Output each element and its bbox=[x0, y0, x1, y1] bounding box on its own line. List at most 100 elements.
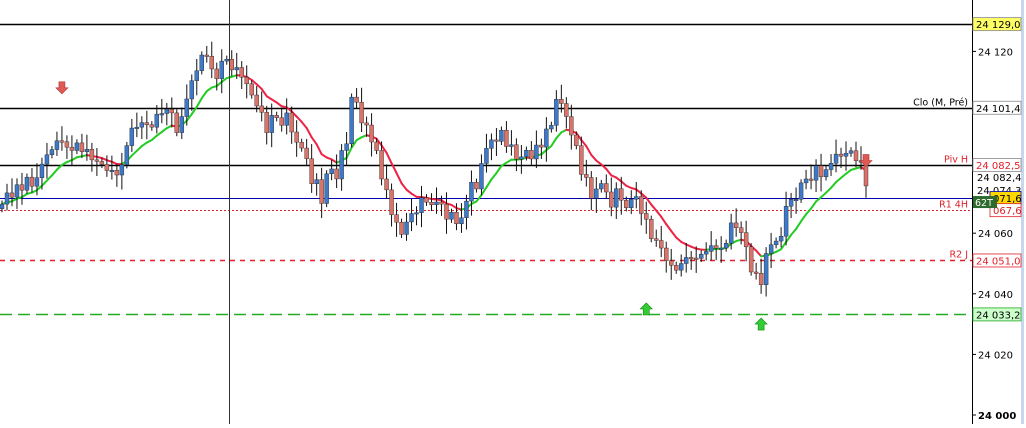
price-chart[interactable]: Clo (M, Pré)Piv HR1 4HR2 J 24 12024 0602… bbox=[0, 0, 1026, 424]
candle-body-up bbox=[799, 183, 803, 199]
candle-body-up bbox=[549, 125, 553, 129]
candle-body-down bbox=[360, 102, 364, 123]
candle-body-down bbox=[65, 142, 69, 147]
candle-body-up bbox=[834, 154, 838, 163]
candle-body-down bbox=[60, 141, 64, 143]
candle-body-down bbox=[390, 190, 394, 215]
candle-body-up bbox=[704, 251, 708, 254]
candle-body-down bbox=[609, 192, 613, 207]
candle-body-up bbox=[325, 174, 329, 204]
candle-body-up bbox=[524, 150, 528, 157]
candle-body-down bbox=[300, 142, 304, 148]
candle-body-up bbox=[190, 81, 194, 99]
level-price-badge-label: 24 033,2 bbox=[976, 310, 1021, 321]
candle-body-down bbox=[444, 204, 448, 219]
candle-body-up bbox=[824, 170, 828, 177]
candle-body-up bbox=[50, 150, 54, 155]
candle-body-down bbox=[275, 115, 279, 117]
candle-body-up bbox=[220, 61, 224, 79]
candle-body-up bbox=[420, 198, 424, 213]
candle-body-up bbox=[724, 243, 728, 248]
candle-body-down bbox=[454, 212, 458, 224]
candle-body-up bbox=[629, 199, 633, 207]
candle-body-up bbox=[729, 223, 733, 243]
candle-body-down bbox=[644, 214, 648, 220]
price-tick-label: 24 060 bbox=[978, 229, 1013, 240]
candle-body-up bbox=[459, 218, 463, 224]
candle-body-up bbox=[140, 123, 144, 128]
candle-body-up bbox=[345, 144, 349, 151]
candle-body-down bbox=[739, 228, 743, 233]
candle-body-down bbox=[430, 202, 434, 204]
candle-body-down bbox=[604, 184, 608, 192]
candle-body-down bbox=[245, 77, 249, 84]
candle-body-up bbox=[5, 193, 9, 204]
candle-body-up bbox=[774, 241, 778, 245]
candle-body-up bbox=[160, 114, 164, 116]
candle-body-up bbox=[120, 165, 124, 175]
candle-body-down bbox=[375, 142, 379, 150]
candle-body-up bbox=[719, 248, 723, 250]
candle-body-up bbox=[464, 201, 468, 218]
candle-body-down bbox=[80, 143, 84, 152]
candle-body-down bbox=[569, 117, 573, 135]
candle-body-up bbox=[155, 114, 159, 127]
axis-price-label: 24 082,4 bbox=[977, 173, 1022, 184]
candle-body-down bbox=[365, 123, 369, 125]
candle-body-down bbox=[295, 132, 299, 142]
candle-body-up bbox=[849, 151, 853, 153]
candle-body-up bbox=[235, 67, 239, 69]
candle-body-up bbox=[829, 163, 833, 169]
price-chart-svg[interactable]: Clo (M, Pré)Piv HR1 4HR2 J 24 12024 0602… bbox=[0, 0, 1026, 424]
candle-body-down bbox=[310, 159, 314, 184]
candle-body-up bbox=[594, 189, 598, 198]
candle-body-down bbox=[639, 197, 643, 214]
candle-body-down bbox=[619, 189, 623, 201]
candle-body-down bbox=[664, 248, 668, 261]
candle-body-up bbox=[794, 199, 798, 201]
candle-body-up bbox=[509, 145, 513, 147]
candle-body-up bbox=[449, 212, 453, 219]
level-price-badge-label: 067,6 bbox=[993, 206, 1022, 217]
candle-body-down bbox=[579, 146, 583, 175]
level-label-4: R1 4H bbox=[939, 200, 968, 211]
candle-body-up bbox=[499, 130, 503, 141]
candle-body-up bbox=[285, 113, 289, 125]
candle-body-down bbox=[809, 179, 813, 181]
candle-body-up bbox=[110, 170, 114, 172]
candle-body-up bbox=[330, 169, 334, 174]
candle-body-down bbox=[749, 247, 753, 272]
candle-body-down bbox=[265, 112, 269, 132]
candle-body-down bbox=[205, 55, 209, 57]
candle-body-down bbox=[145, 123, 149, 125]
candle-body-down bbox=[240, 67, 244, 77]
candle-body-up bbox=[130, 128, 134, 146]
candle-body-down bbox=[305, 148, 309, 159]
level-price-badge-label: 24 101,4 bbox=[976, 104, 1021, 115]
level-price-badge-label: 24 129,0 bbox=[976, 20, 1021, 31]
candle-body-up bbox=[844, 153, 848, 156]
candle-body-down bbox=[115, 170, 119, 175]
candle-body-up bbox=[195, 71, 199, 81]
candle-body-down bbox=[370, 125, 374, 142]
candle-body-down bbox=[425, 198, 429, 203]
candle-body-down bbox=[210, 56, 214, 69]
candle-body-down bbox=[474, 182, 478, 189]
candle-body-down bbox=[255, 95, 259, 106]
candle-body-down bbox=[694, 258, 698, 260]
level-price-badge-label: 24 051,0 bbox=[976, 256, 1021, 267]
candle-body-up bbox=[40, 164, 44, 178]
candle-body-up bbox=[484, 148, 488, 163]
candle-body-down bbox=[100, 161, 104, 164]
candle-body-down bbox=[589, 177, 593, 198]
candle-body-up bbox=[554, 99, 558, 125]
candle-body-down bbox=[674, 265, 678, 270]
candle-body-up bbox=[779, 236, 783, 241]
candle-body-up bbox=[789, 199, 793, 206]
plot-area[interactable] bbox=[0, 0, 972, 424]
candle-body-down bbox=[30, 177, 34, 186]
candle-body-down bbox=[839, 154, 843, 156]
candle-body-up bbox=[709, 246, 713, 252]
candle-body-down bbox=[539, 145, 543, 147]
candle-body-down bbox=[624, 200, 628, 208]
